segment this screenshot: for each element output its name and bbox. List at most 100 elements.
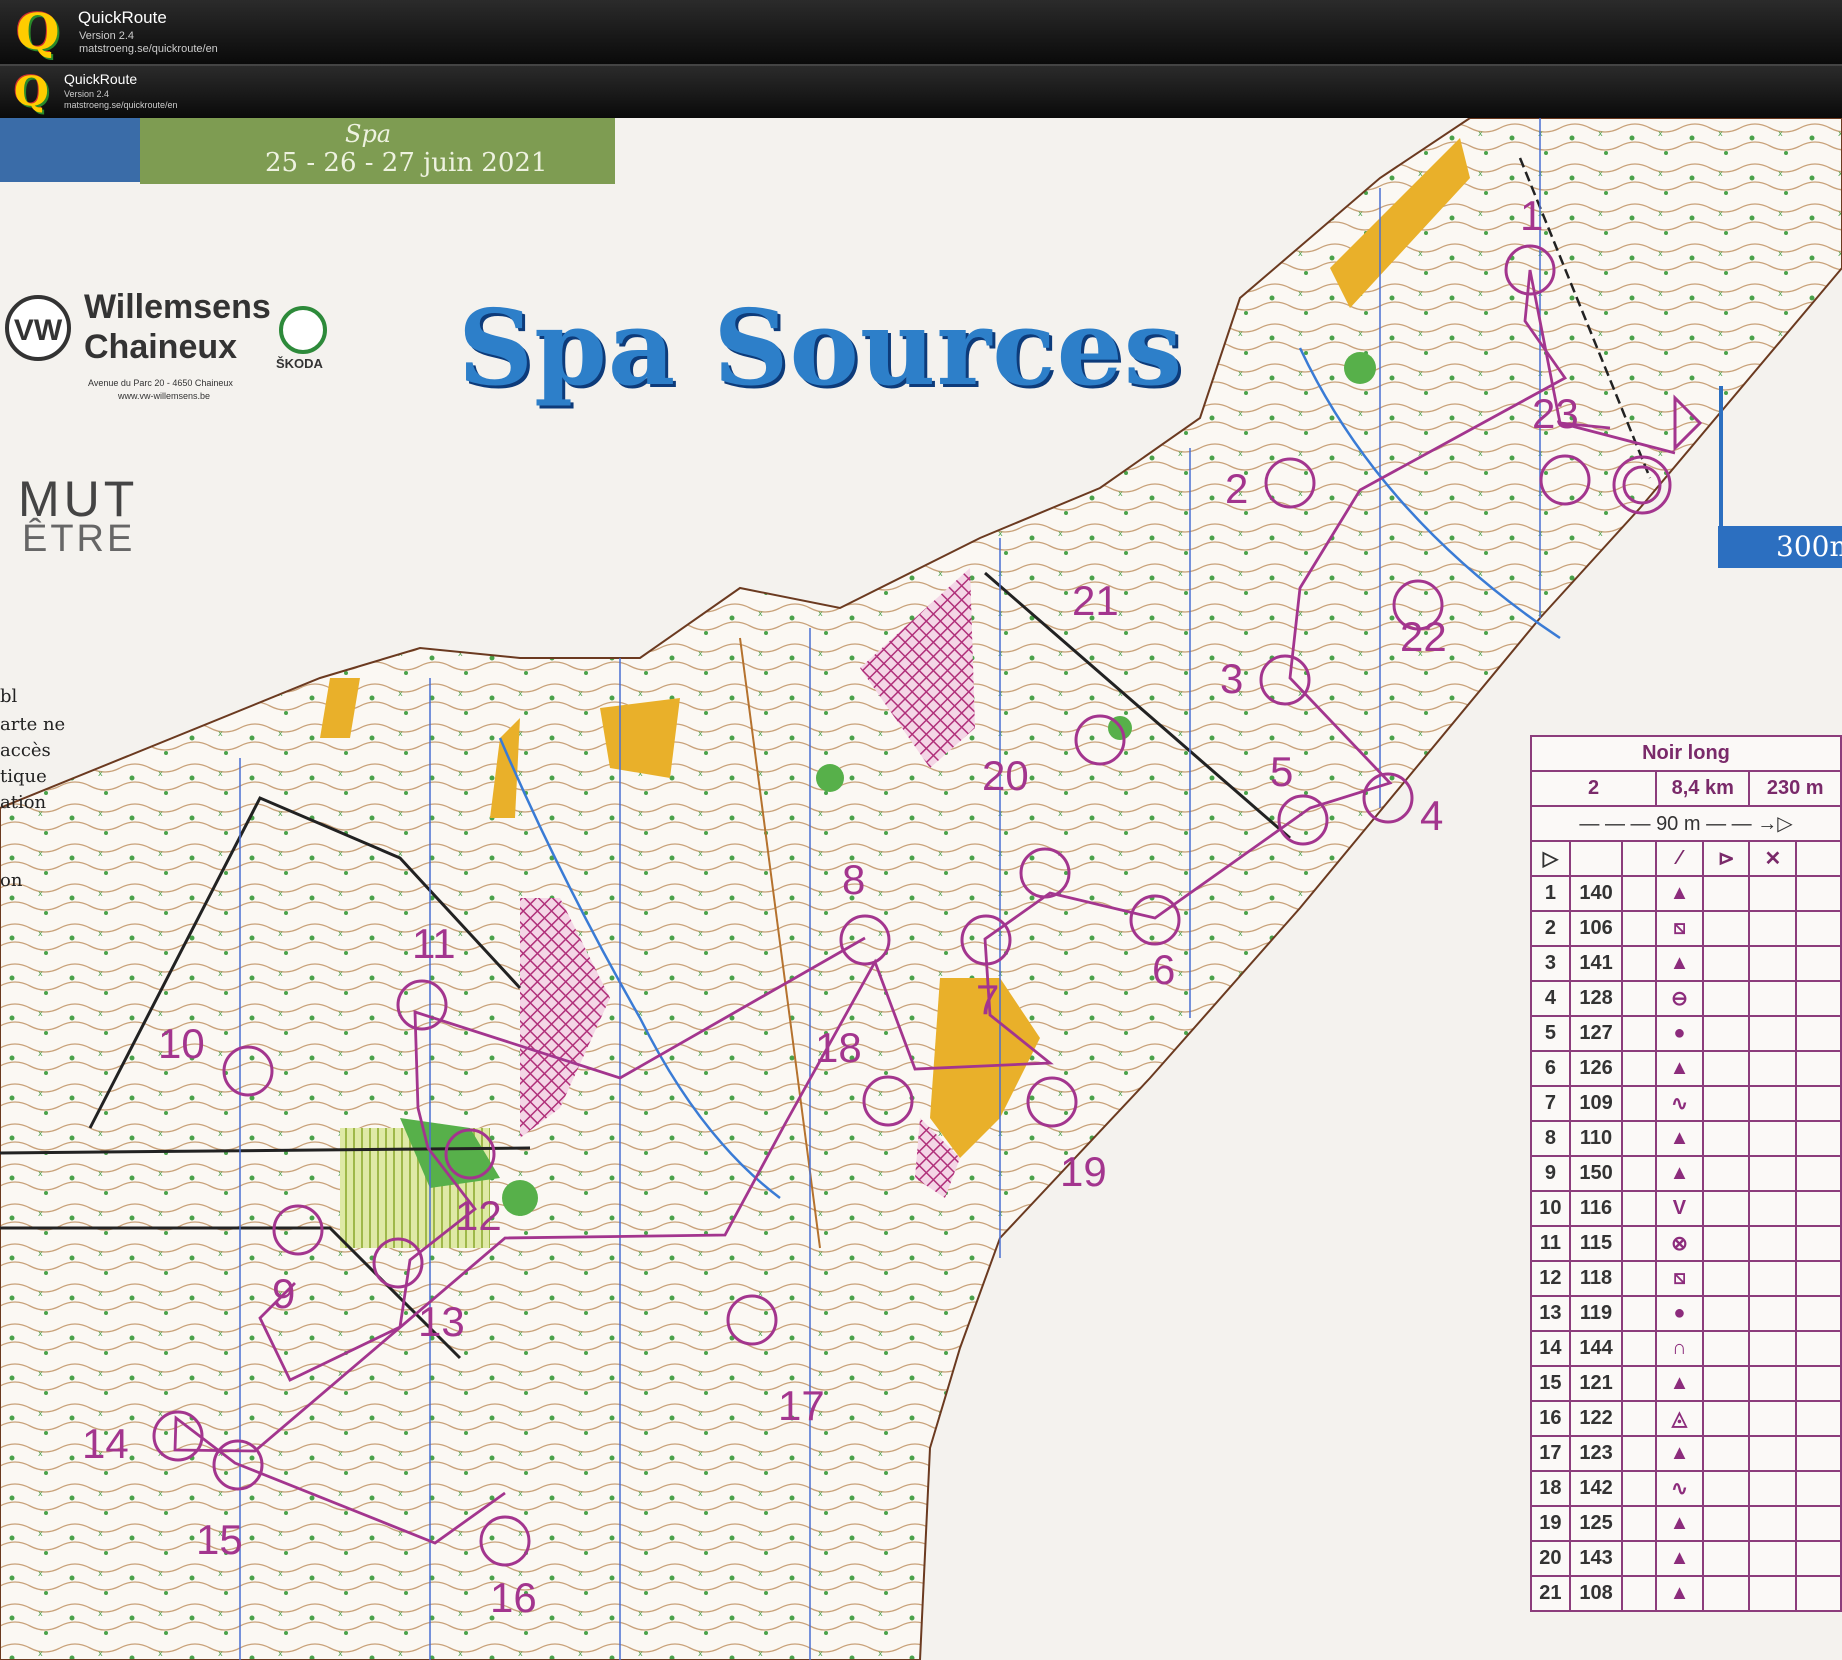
finish-arrow-icon: — — —	[1579, 813, 1657, 835]
finish-distance-value: 90 m	[1656, 813, 1701, 835]
skoda-label: ŠKODA	[276, 356, 323, 371]
scale-label: 300m	[1776, 530, 1842, 563]
course-name: Noir long	[1530, 735, 1842, 772]
left-text-fragment: bl	[0, 686, 18, 707]
event-dates: 25 - 26 - 27 juin 2021	[265, 148, 548, 178]
control-number-10: 10	[158, 1020, 205, 1067]
control-description-sheet: Noir long 2 8,4 km 230 m — — — 90 m — — …	[1530, 735, 1842, 1612]
left-text-fragment: arte ne	[0, 714, 66, 735]
description-row: 4 128 ⊖	[1530, 980, 1842, 1017]
control-number-9: 9	[272, 1270, 295, 1317]
control-number-17: 17	[778, 1382, 825, 1429]
feature-symbol-icon: ▲	[1655, 1575, 1704, 1612]
feature-symbol-icon: ∿	[1655, 1470, 1704, 1507]
description-row: 1 140 ▲	[1530, 875, 1842, 912]
control-number-6: 6	[1152, 946, 1175, 993]
description-row: 19 125 ▲	[1530, 1505, 1842, 1542]
control-number-11: 11	[412, 920, 456, 967]
control-number-8: 8	[842, 856, 865, 903]
feature-symbol-icon: ⊖	[1655, 980, 1704, 1017]
app-title: QuickRoute	[78, 8, 167, 27]
feature-symbol-icon: ▲	[1655, 1365, 1704, 1402]
control-number-2: 2	[1225, 465, 1248, 512]
app-title: QuickRoute	[64, 71, 138, 87]
control-number-1: 1	[1520, 192, 1543, 239]
feature-symbol-icon: V	[1655, 1190, 1704, 1227]
control-number-15: 15	[196, 1516, 243, 1563]
feature-symbol-icon: ▲	[1655, 1050, 1704, 1087]
app-version: Version 2.4	[79, 30, 135, 42]
sponsor-name-line1: Willemsens	[84, 288, 271, 326]
feature-symbol-icon: ⧅	[1655, 1260, 1704, 1297]
description-row: 16 122 ◬	[1530, 1400, 1842, 1437]
feature-symbol-icon: ▲	[1655, 875, 1704, 912]
feature-symbol-icon: ⧅	[1655, 910, 1704, 947]
description-row: 9 150 ▲	[1530, 1155, 1842, 1192]
feature-symbol-icon: ▲	[1655, 1155, 1704, 1192]
control-number-18: 18	[815, 1024, 862, 1071]
map-title: Spa Sources	[458, 286, 1184, 409]
app-url: matstroeng.se/quickroute/en	[79, 43, 218, 55]
quickroute-logo-icon: Q	[14, 68, 49, 115]
feature-symbol-icon: ◬	[1655, 1400, 1704, 1437]
feature-symbol-icon: ●	[1655, 1015, 1704, 1052]
left-text-fragment: ation	[0, 792, 47, 813]
description-row: 12 118 ⧅	[1530, 1260, 1842, 1297]
feature-symbol-icon: ●	[1655, 1295, 1704, 1332]
control-number-14: 14	[82, 1420, 129, 1467]
map-canvas[interactable]: x	[0, 118, 1842, 1660]
description-row: 18 142 ∿	[1530, 1470, 1842, 1507]
description-row: 21 108 ▲	[1530, 1575, 1842, 1612]
left-text-fragment: tique	[0, 766, 47, 787]
course-number: 2	[1530, 770, 1657, 807]
feature-symbol-icon: ▲	[1655, 1120, 1704, 1157]
course-climb: 230 m	[1748, 770, 1842, 807]
quickroute-logo-icon: Q	[16, 2, 60, 61]
window-titlebar[interactable]: Q QuickRoute Version 2.4 matstroeng.se/q…	[0, 0, 1842, 66]
description-row: 13 119 ●	[1530, 1295, 1842, 1332]
description-row: 5 127 ●	[1530, 1015, 1842, 1052]
feature-symbol-icon: ⊗	[1655, 1225, 1704, 1262]
app-info: Version 2.4 matstroeng.se/quickroute/en	[64, 89, 178, 111]
control-number-21: 21	[1072, 577, 1119, 624]
control-number-20: 20	[982, 752, 1029, 799]
sponsor-name-line2: Chaineux	[84, 328, 238, 366]
app-version: Version 2.4	[64, 89, 110, 99]
description-row: 20 143 ▲	[1530, 1540, 1842, 1577]
description-row: 3 141 ▲	[1530, 945, 1842, 982]
control-number-4: 4	[1420, 792, 1443, 839]
feature-symbol-icon: ∩	[1655, 1330, 1704, 1367]
description-row: 14 144 ∩	[1530, 1330, 1842, 1367]
cross-icon: ✕	[1748, 840, 1798, 877]
sponsor-web: www.vw-willemsens.be	[118, 391, 211, 401]
feature-symbol-icon: ▲	[1655, 1505, 1704, 1542]
path-icon: ⁄	[1655, 840, 1704, 877]
description-row: 8 110 ▲	[1530, 1120, 1842, 1157]
arrow-right-icon: — — →▷	[1700, 813, 1793, 835]
description-row: 2 106 ⧅	[1530, 910, 1842, 947]
start-triangle-icon: ▷	[1530, 840, 1571, 877]
feature-symbol-icon: ∿	[1655, 1085, 1704, 1122]
control-number-13: 13	[418, 1298, 465, 1345]
control-number-12: 12	[455, 1192, 502, 1239]
description-row: 17 123 ▲	[1530, 1435, 1842, 1472]
description-row: 7 109 ∿	[1530, 1085, 1842, 1122]
mut-logo-line2: ÊTRE	[22, 518, 136, 560]
feature-symbol-icon: ▲	[1655, 1435, 1704, 1472]
direction-icon: ⊳	[1701, 840, 1751, 877]
feature-symbol-icon: ▲	[1655, 945, 1704, 982]
feature-symbol-icon: ▲	[1655, 1540, 1704, 1577]
course-length: 8,4 km	[1654, 770, 1751, 807]
svg-text:VW: VW	[14, 314, 63, 347]
description-row: 15 121 ▲	[1530, 1365, 1842, 1402]
control-number-23: 23	[1532, 390, 1579, 437]
control-number-3: 3	[1220, 655, 1243, 702]
control-number-22: 22	[1400, 613, 1447, 660]
control-number-5: 5	[1270, 748, 1293, 795]
event-place: Spa	[345, 120, 392, 148]
app-url: matstroeng.se/quickroute/en	[64, 100, 178, 110]
description-row: 10 116 V	[1530, 1190, 1842, 1227]
window-titlebar-secondary[interactable]: Q QuickRoute Version 2.4 matstroeng.se/q…	[0, 66, 1842, 118]
control-number-7: 7	[976, 976, 999, 1023]
left-text-fragment: on	[0, 870, 23, 891]
